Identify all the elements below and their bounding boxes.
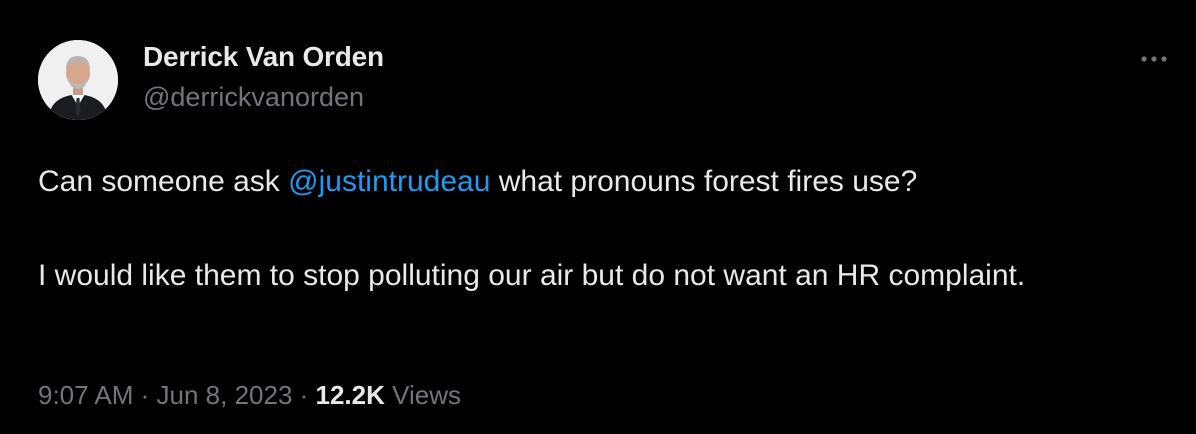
avatar[interactable] [38,40,118,120]
views-count[interactable]: 12.2K [316,380,385,410]
meta-separator: · [133,380,157,410]
mention-link[interactable]: @justintrudeau [288,165,490,198]
tweet-paragraph-2: I would like them to stop polluting our … [38,259,1026,292]
profile-photo-icon [38,40,118,120]
tweet-date[interactable]: Jun 8, 2023 [157,380,293,410]
tweet-time[interactable]: 9:07 AM [38,380,133,410]
meta-separator: · [292,380,316,410]
tweet-text-segment: what pronouns forest fires use? [490,165,918,198]
views-label: Views [384,380,462,410]
tweet-text-segment: Can someone ask [38,165,289,198]
tweet-paragraph-1: Can someone ask @justintrudeau what pron… [38,158,1148,205]
tweet-meta: 9:07 AM · Jun 8, 2023 · 12.2K Views [38,380,461,411]
author-display-name[interactable]: Derrick Van Orden [143,41,384,73]
author-handle[interactable]: @derrickvanorden [143,82,364,113]
more-horizontal-icon [1141,56,1167,62]
tweet-text: Can someone ask @justintrudeau what pron… [38,158,1148,299]
tweet-card: Derrick Van Orden @derrickvanorden Can s… [0,0,1196,434]
more-options-button[interactable] [1134,44,1174,74]
